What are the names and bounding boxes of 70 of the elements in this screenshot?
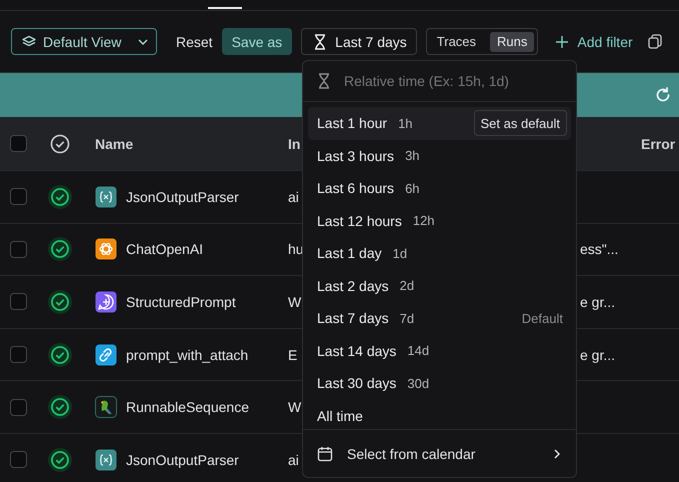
refresh-icon[interactable] [655, 87, 671, 103]
tab-underline [208, 7, 242, 9]
time-option[interactable]: Last 1 day 1d [308, 237, 571, 270]
column-header: Name [95, 136, 134, 152]
run-name: ChatOpenAI [126, 241, 204, 258]
time-range-button[interactable]: Last 7 days [301, 28, 417, 55]
shortcut-label: 1d [392, 246, 408, 261]
time-option[interactable]: Last 7 days 7d Default [308, 302, 571, 334]
shortcut-label: 7d [400, 310, 414, 326]
calendar-icon [317, 446, 333, 462]
row-checkbox[interactable] [10, 451, 27, 468]
shortcut-label: 12h [412, 213, 435, 228]
run-name: JsonOutputParser [126, 452, 239, 468]
parser-icon [95, 186, 117, 208]
input-text: e gr... [580, 346, 616, 363]
shortcut-label: 14d [407, 343, 430, 358]
row-checkbox[interactable] [10, 398, 27, 416]
mode-tab[interactable]: Traces [430, 32, 484, 52]
mode-tab[interactable]: Runs [490, 32, 534, 52]
input-text: W [288, 294, 302, 310]
column-header: Error [641, 136, 676, 152]
hourglass-icon [316, 73, 332, 89]
relative-time-field[interactable]: Relative time (Ex: 15h, 1d) [342, 72, 568, 90]
shortcut-label: 1h [398, 116, 413, 131]
time-option[interactable]: All time [308, 400, 571, 432]
parser-icon [95, 448, 117, 471]
shortcut-label: 30d [407, 376, 430, 391]
row-checkbox[interactable] [10, 346, 27, 364]
input-text: W [288, 399, 302, 416]
input-text: ai [288, 188, 299, 205]
chevron-right-icon [554, 448, 560, 458]
copy-icon[interactable] [648, 34, 662, 49]
input-text: E [288, 346, 298, 363]
view-dropdown[interactable]: Default View [11, 28, 157, 55]
plus-icon [556, 36, 568, 48]
time-option[interactable]: Last 30 days 30d [308, 367, 571, 400]
chevron-down-icon [138, 38, 148, 44]
time-option[interactable]: Last 12 hours 12h [308, 204, 571, 237]
calendar-option[interactable]: Select from calendar [303, 430, 576, 477]
layers-icon [22, 34, 36, 48]
input-text: ess"... [580, 241, 618, 258]
chat-plus-icon [95, 290, 117, 313]
reset-button[interactable]: Reset [176, 28, 213, 55]
row-checkbox[interactable] [10, 135, 27, 152]
parrot-icon [95, 396, 117, 418]
run-name: prompt_with_attach [126, 346, 248, 363]
add-filter-button[interactable]: Add filter [552, 28, 637, 55]
set-default-button[interactable]: Set as default [474, 110, 567, 136]
check-circle-icon [50, 134, 70, 154]
run-name: StructuredPrompt [126, 294, 236, 310]
input-text: ai [288, 452, 299, 468]
column-header: In [288, 136, 302, 152]
input-text: e gr... [580, 294, 616, 310]
time-option[interactable]: Last 1 hour 1h Set as default [308, 107, 571, 140]
link-icon [95, 344, 117, 366]
row-checkbox[interactable] [10, 240, 27, 258]
time-option[interactable]: Last 6 hours 6h [308, 172, 571, 204]
run-name: RunnableSequence [126, 399, 249, 416]
time-option[interactable]: Last 3 hours 3h [308, 140, 571, 172]
row-checkbox[interactable] [10, 188, 27, 206]
shortcut-label: 3h [405, 148, 420, 164]
time-option[interactable]: Last 14 days 14d [308, 334, 571, 367]
save-as-button[interactable]: Save as [222, 28, 292, 55]
shortcut-label: 2d [400, 278, 414, 294]
knot-icon [95, 238, 117, 260]
shortcut-label: 6h [405, 180, 420, 196]
run-name: JsonOutputParser [126, 188, 239, 205]
default-label: Default [522, 310, 564, 326]
time-option[interactable]: Last 2 days 2d [308, 270, 571, 302]
row-checkbox[interactable] [10, 293, 27, 310]
